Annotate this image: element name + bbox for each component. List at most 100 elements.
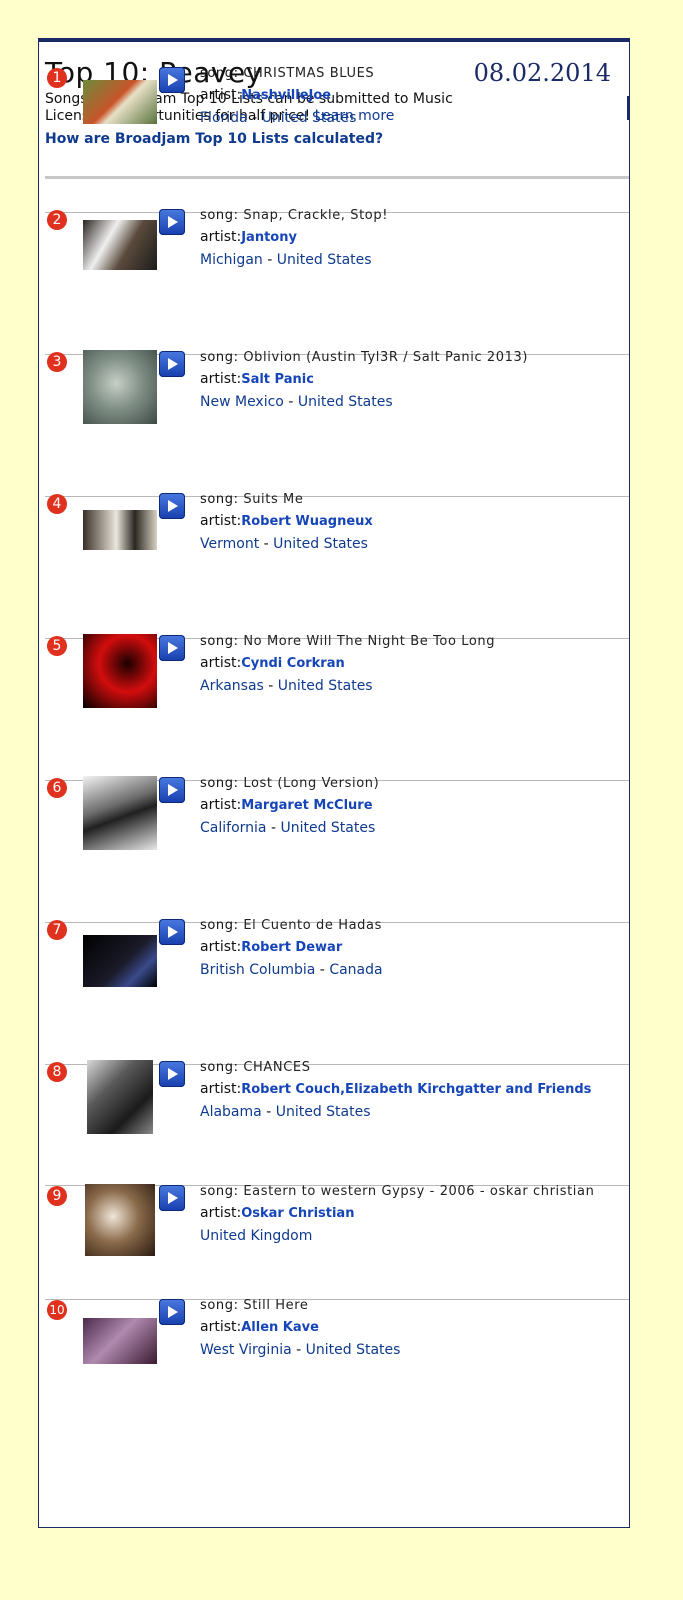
artist-link[interactable]: Salt Panic [241,372,314,387]
artist-thumbnail[interactable] [83,510,157,550]
region-link[interactable]: British Columbia [200,962,315,978]
artist-thumbnail[interactable] [83,80,157,124]
list-item: 7 song: El Cuento de Hadas artist:Robert D… [39,918,629,1065]
song-label: song: [200,350,239,365]
list-item: 9 song: Eastern to western Gypsy - 2006 -… [39,1184,629,1300]
rank-badge: 4 [47,494,67,514]
country-link[interactable]: United States [276,1104,371,1120]
list-item: 6 song: Lost (Long Version) artist:Margare… [39,776,629,923]
song-line: song: Oblivion (Austin Tyl3R / Salt Pani… [200,348,528,368]
song-title[interactable]: No More Will The Night Be Too Long [243,634,495,649]
song-line: song: Still Here [200,1296,400,1316]
location-separator: - [267,252,273,268]
location-line: West Virginia - United States [200,1339,400,1361]
artist-label: artist: [200,1319,242,1335]
region-link[interactable]: Arkansas [200,678,264,694]
song-title[interactable]: Still Here [243,1298,308,1313]
artist-link[interactable]: Robert Wuagneux [241,514,373,529]
country-link[interactable]: United States [306,1342,401,1358]
artist-line: artist:Robert Dewar [200,936,383,959]
location-separator: - [296,1342,302,1358]
artist-thumbnail[interactable] [87,1060,153,1134]
song-label: song: [200,634,239,649]
play-button[interactable] [159,635,185,661]
artist-line: artist:Oskar Christian [200,1202,594,1225]
song-label: song: [200,776,239,791]
song-line: song: El Cuento de Hadas [200,916,383,936]
song-info: song: Suits Me artist:Robert Wuagneux Verm… [200,490,373,555]
artist-label: artist: [200,371,242,387]
song-info: song: No More Will The Night Be Too Long… [200,632,495,697]
region-link[interactable]: California [200,820,266,836]
list-item: 4 song: Suits Me artist:Robert Wuagneux Ver… [39,492,629,639]
list-item: 10 song: Still Here artist:Allen Kave West … [39,1298,629,1400]
play-button[interactable] [159,919,185,945]
song-info: song: El Cuento de Hadas artist:Robert De… [200,916,383,981]
artist-link[interactable]: Margaret McClure [241,798,372,813]
artist-thumbnail[interactable] [83,776,157,850]
region-link[interactable]: Michigan [200,252,263,268]
play-button[interactable] [159,493,185,519]
song-title[interactable]: CHANCES [243,1060,310,1075]
song-title[interactable]: Lost (Long Version) [243,776,379,791]
country-link[interactable]: United States [298,394,393,410]
play-button[interactable] [159,351,185,377]
song-info: song: CHANCES artist:Robert Couch,Elizabe… [200,1058,591,1123]
artist-link[interactable]: Robert Dewar [241,940,342,955]
artist-thumbnail[interactable] [83,935,157,987]
location-separator: - [319,962,325,978]
list-item: 2 song: Snap, Crackle, Stop! artist:Janton… [39,208,629,355]
artist-link[interactable]: Oskar Christian [241,1206,354,1221]
region-link[interactable]: Vermont [200,536,259,552]
song-info: song: Lost (Long Version) artist:Margaret… [200,774,379,839]
rank-badge: 3 [47,352,67,372]
region-link[interactable]: West Virginia [200,1342,292,1358]
play-button[interactable] [159,777,185,803]
rank-badge: 10 [47,1300,67,1320]
region-link[interactable]: Alabama [200,1104,262,1120]
artist-thumbnail[interactable] [83,350,157,424]
song-title[interactable]: Suits Me [243,492,303,507]
play-button[interactable] [159,209,185,235]
artist-thumbnail[interactable] [83,1318,157,1364]
song-title[interactable]: Eastern to western Gypsy - 2006 - oskar … [243,1184,594,1199]
artist-thumbnail[interactable] [85,1184,155,1256]
song-label: song: [200,492,239,507]
country-link[interactable]: United States [280,820,375,836]
artist-link[interactable]: Allen Kave [241,1320,319,1335]
artist-link[interactable]: Robert Couch,Elizabeth Kirchgatter and F… [241,1082,591,1097]
play-button[interactable] [159,1185,185,1211]
artist-link[interactable]: Cyndi Corkran [241,656,345,671]
song-label: song: [200,1298,239,1313]
play-button[interactable] [159,1299,185,1325]
song-line: song: CHANCES [200,1058,591,1078]
list-item: 3 song: Oblivion (Austin Tyl3R / Salt Pan… [39,350,629,497]
country-link[interactable]: United States [278,678,373,694]
country-link[interactable]: Canada [329,962,382,978]
region-link[interactable]: New Mexico [200,394,284,410]
country-link[interactable]: United Kingdom [200,1228,312,1244]
song-line: song: CHRISTMAS BLUES [200,64,374,84]
list-item: 1 song: CHRISTMAS BLUES artist:NashvilleJo… [39,66,629,213]
song-title[interactable]: CHRISTMAS BLUES [243,66,374,81]
location-separator: - [288,394,294,410]
country-link[interactable]: United States [273,536,368,552]
country-link[interactable]: United States [262,110,357,126]
artist-link[interactable]: Jantony [241,230,297,245]
artist-link[interactable]: NashvilleJoe [241,88,331,103]
song-title[interactable]: El Cuento de Hadas [243,918,382,933]
artist-line: artist:Robert Couch,Elizabeth Kirchgatte… [200,1078,591,1101]
rank-badge: 2 [47,210,67,230]
region-link[interactable]: Florida [200,110,248,126]
song-info: song: Eastern to western Gypsy - 2006 - … [200,1182,594,1247]
play-button[interactable] [159,67,185,93]
play-button[interactable] [159,1061,185,1087]
song-title[interactable]: Oblivion (Austin Tyl3R / Salt Panic 2013… [243,350,528,365]
artist-label: artist: [200,797,242,813]
artist-thumbnail[interactable] [83,220,157,270]
artist-line: artist:Jantony [200,226,388,249]
list-item: 5 song: No More Will The Night Be Too Lon… [39,634,629,781]
song-title[interactable]: Snap, Crackle, Stop! [243,208,388,223]
country-link[interactable]: United States [277,252,372,268]
artist-thumbnail[interactable] [83,634,157,708]
